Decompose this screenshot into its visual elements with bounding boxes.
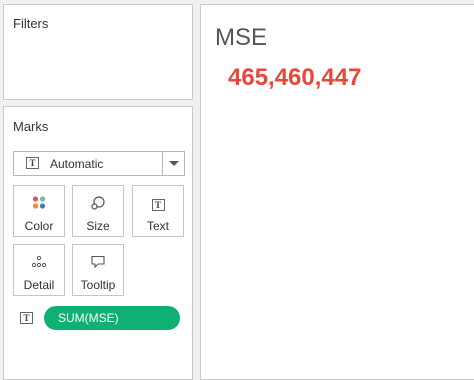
filters-shelf[interactable]: Filters — [3, 4, 193, 100]
detail-button[interactable]: Detail — [13, 244, 65, 296]
viz-area: MSE 465,460,447 — [200, 4, 474, 380]
marks-title: Marks — [13, 119, 49, 134]
tooltip-button[interactable]: Tooltip — [72, 244, 124, 296]
marks-card: Marks T Automatic Color Size T Text Deta… — [3, 106, 193, 380]
mse-value[interactable]: 465,460,447 — [228, 64, 361, 92]
size-label: Size — [86, 219, 110, 233]
mark-type-dropdown[interactable]: T Automatic — [13, 151, 185, 176]
text-icon: T — [133, 195, 183, 211]
detail-icon — [14, 254, 64, 270]
color-dots-icon — [14, 195, 64, 211]
mark-type-label: Automatic — [50, 157, 104, 171]
color-label: Color — [24, 219, 54, 233]
text-icon: T — [26, 157, 39, 169]
text-label: Text — [146, 219, 169, 233]
size-icon — [73, 195, 123, 211]
sum-mse-pill[interactable]: SUM(MSE) — [44, 306, 180, 330]
text-icon[interactable]: T — [20, 312, 33, 324]
dropdown-button[interactable] — [162, 152, 184, 175]
tooltip-icon — [73, 254, 123, 270]
detail-label: Detail — [23, 278, 55, 292]
size-button[interactable]: Size — [72, 185, 124, 237]
color-button[interactable]: Color — [13, 185, 65, 237]
tooltip-label: Tooltip — [80, 278, 116, 292]
viz-title: MSE — [215, 24, 268, 51]
text-button[interactable]: T Text — [132, 185, 184, 237]
filters-title: Filters — [13, 16, 49, 31]
chevron-down-icon — [169, 161, 179, 166]
